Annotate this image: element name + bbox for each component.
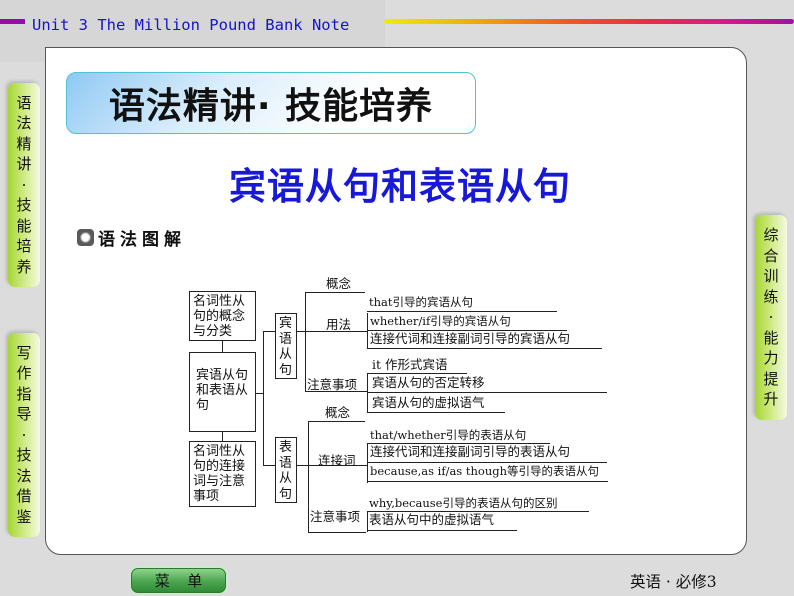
connector-line bbox=[305, 292, 306, 392]
menu-button-label: 菜 bbox=[154, 572, 170, 590]
grammar-diagram: 名词性从句的概念与分类 宾语从句和表语从句 名词性从句的连接词与注意事项 宾语从… bbox=[0, 0, 794, 596]
menu-button[interactable]: 菜 单 bbox=[131, 568, 226, 593]
connector-line bbox=[367, 512, 368, 532]
box-connectives-notes: 名词性从句的连接词与注意事项 bbox=[189, 441, 256, 507]
connective-item: that/whether引导的表语从句 bbox=[370, 428, 527, 442]
underline bbox=[367, 412, 505, 413]
branch-usage: 用法 bbox=[326, 317, 352, 332]
notes-item: 表语从句中的虚拟语气 bbox=[369, 512, 495, 527]
menu-button-label: 单 bbox=[187, 572, 203, 590]
box-noun-clause-concept: 名词性从句的概念与分类 bbox=[189, 291, 256, 341]
underline bbox=[367, 311, 557, 312]
connective-item: 连接代词和连接副词引导的表语从句 bbox=[370, 444, 571, 459]
usage-item: whether/if引导的宾语从句 bbox=[370, 314, 511, 328]
connector-line bbox=[222, 432, 223, 441]
connector-line bbox=[308, 421, 309, 533]
arrow-line bbox=[263, 465, 275, 466]
connector-line bbox=[367, 373, 368, 413]
connector-line bbox=[367, 313, 368, 349]
notes-item: it 作形式宾语 bbox=[372, 357, 448, 372]
branch-connectives: 连接词 bbox=[318, 453, 356, 468]
arrow-line bbox=[263, 331, 275, 332]
box-object-clause: 宾语从句 bbox=[275, 313, 297, 379]
branch-notes: 注意事项 bbox=[307, 377, 358, 392]
usage-item: that引导的宾语从句 bbox=[369, 295, 474, 309]
branch-notes: 注意事项 bbox=[310, 509, 361, 524]
box-object-predicative: 宾语从句和表语从句 bbox=[189, 352, 256, 432]
branch-concept: 概念 bbox=[326, 276, 352, 291]
underline bbox=[367, 392, 607, 393]
connector-line bbox=[263, 331, 264, 466]
notes-item: why,because引导的表语从句的区别 bbox=[369, 496, 558, 510]
underline bbox=[367, 530, 517, 531]
box-predicative-clause: 表语从句 bbox=[275, 437, 297, 503]
underline bbox=[367, 348, 602, 349]
connector-line bbox=[367, 443, 368, 483]
connector-line bbox=[222, 341, 223, 352]
notes-item: 宾语从句的否定转移 bbox=[372, 375, 485, 390]
underline bbox=[367, 481, 608, 482]
book-label: 英语 · 必修3 bbox=[630, 573, 717, 591]
notes-item: 宾语从句的虚拟语气 bbox=[372, 395, 485, 410]
connector-line bbox=[305, 292, 365, 293]
branch-concept: 概念 bbox=[325, 405, 351, 420]
connective-item: because,as if/as though等引导的表语从句 bbox=[370, 464, 599, 478]
usage-item: 连接代词和连接副词引导的宾语从句 bbox=[370, 331, 571, 346]
connector-line bbox=[308, 532, 366, 533]
connector-line bbox=[308, 421, 365, 422]
underline bbox=[367, 373, 467, 374]
